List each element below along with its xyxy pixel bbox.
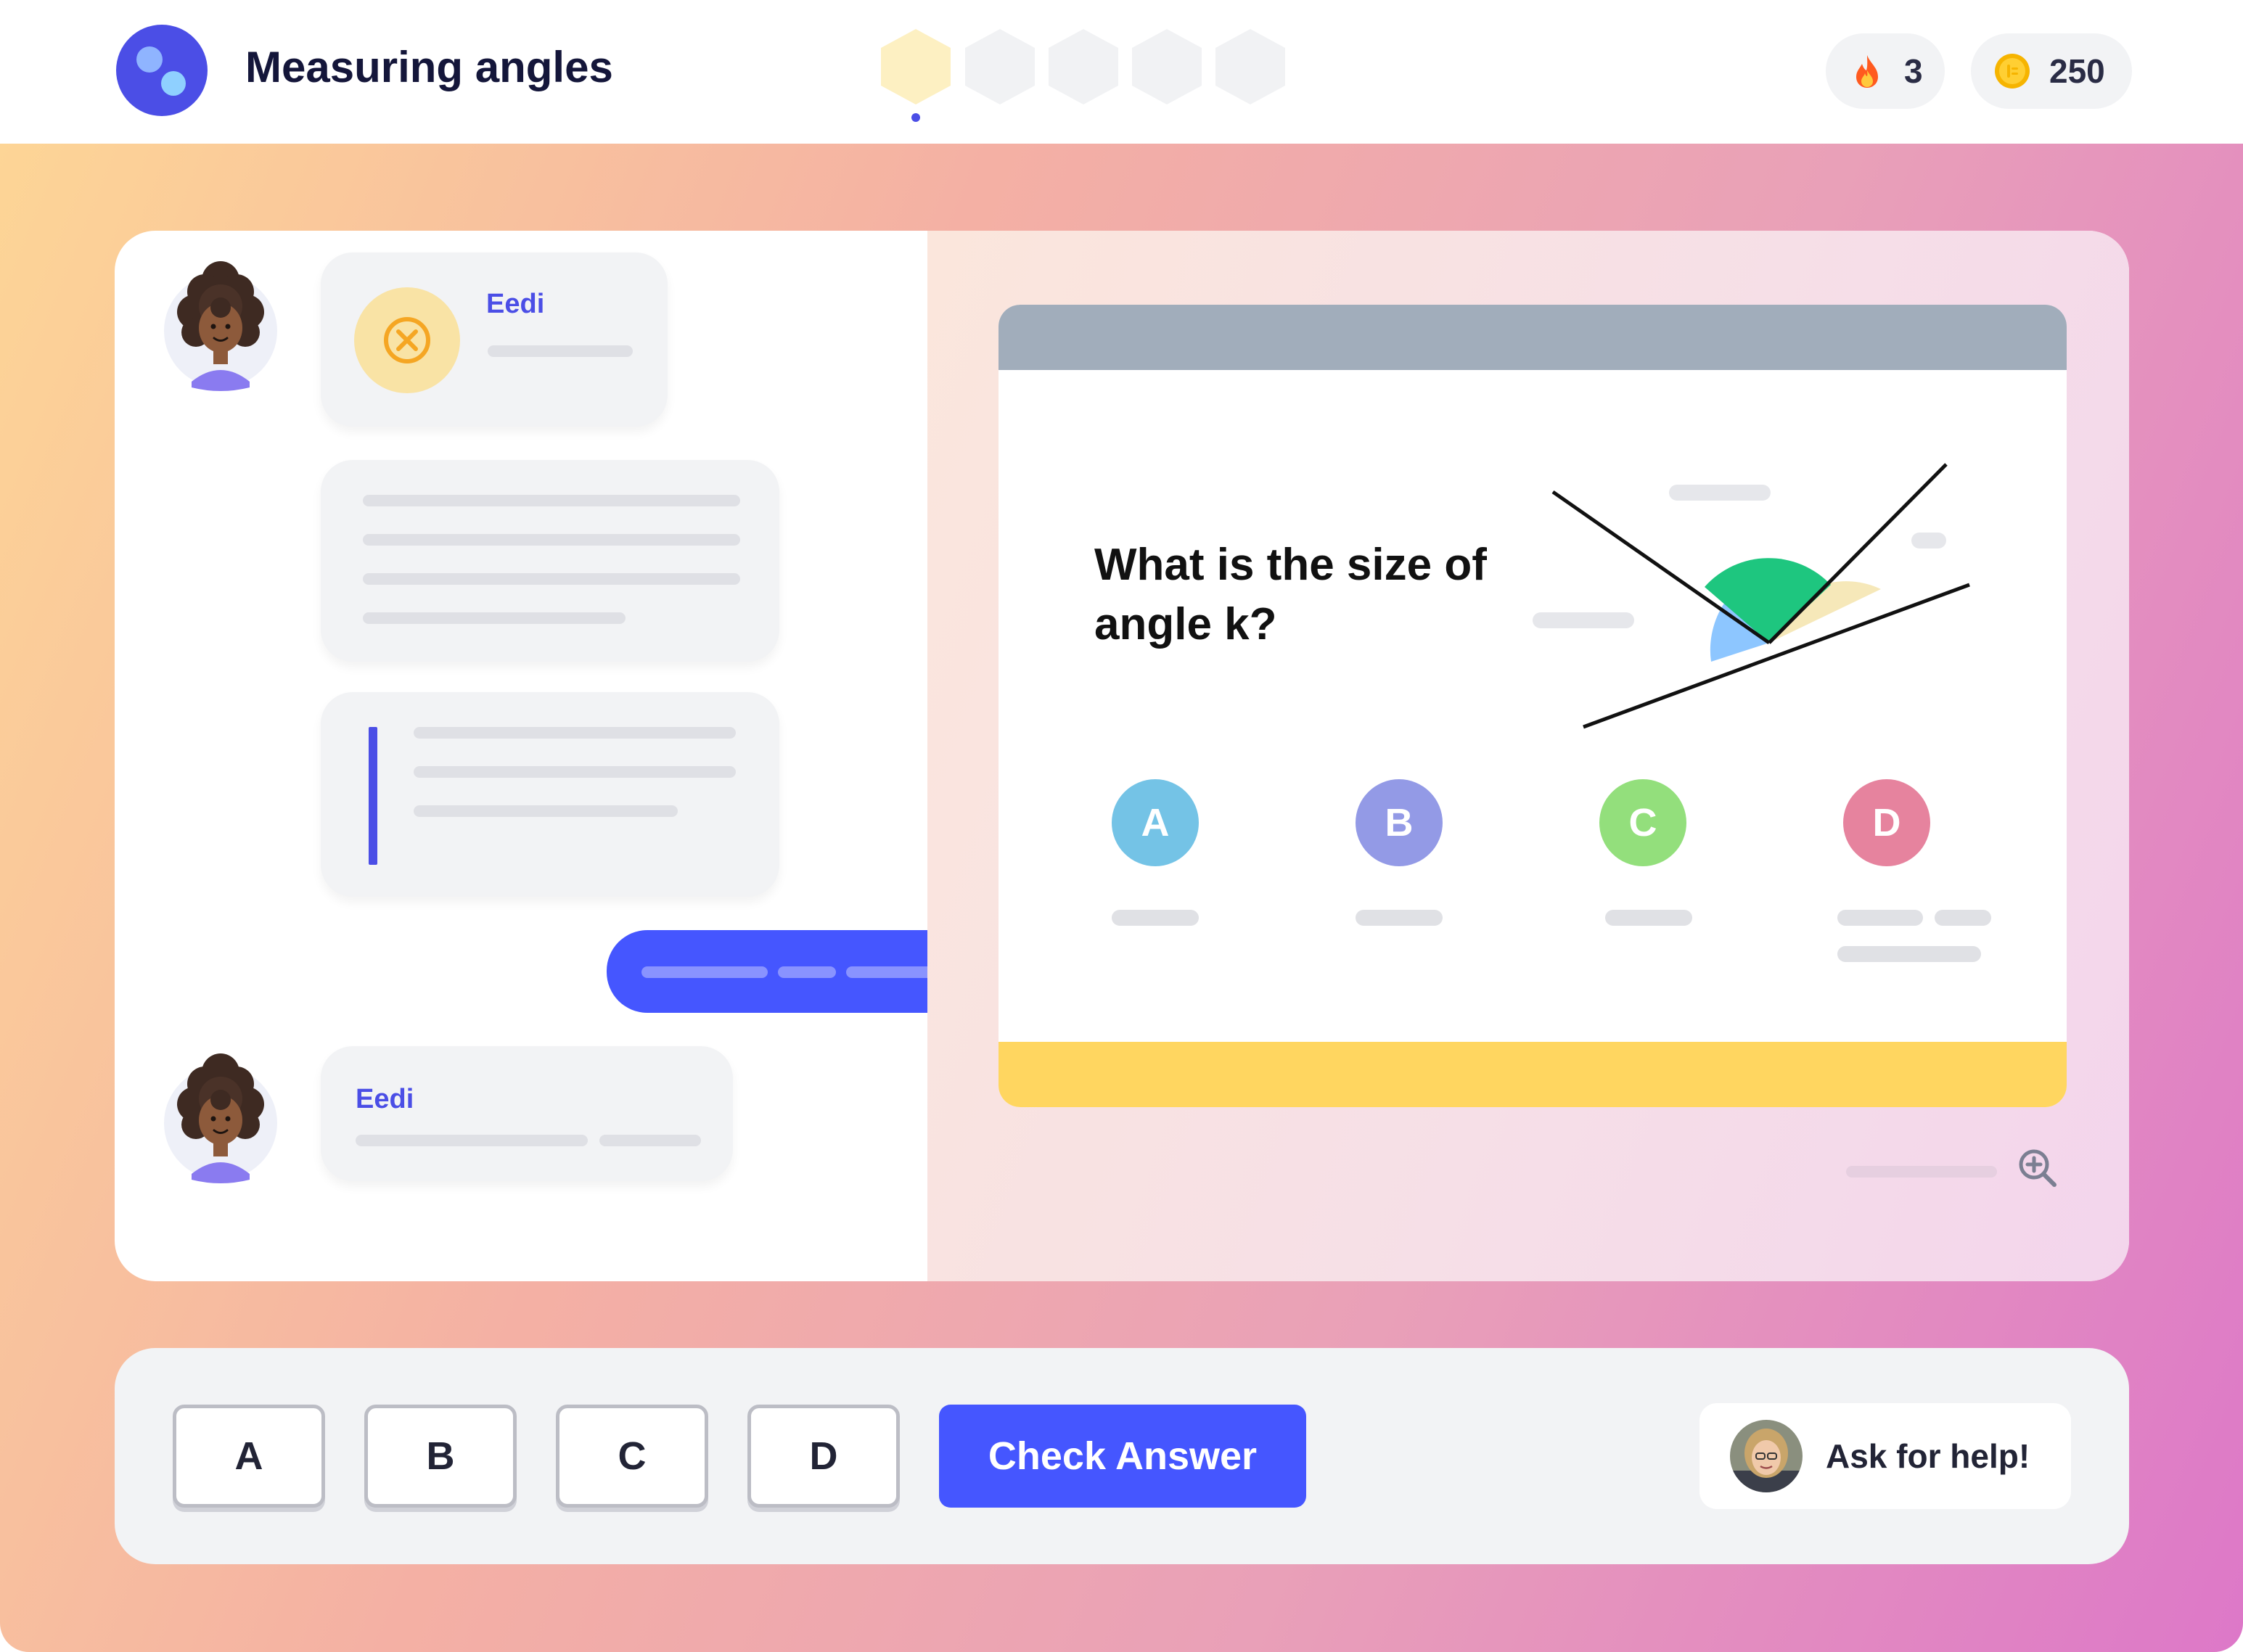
- progress-step-2: [965, 29, 1035, 104]
- streak-value: 3: [1904, 52, 1923, 90]
- option-d-badge: D: [1843, 779, 1930, 866]
- eedi-avatar: [164, 1053, 277, 1183]
- bot-name: Eedi: [486, 289, 545, 319]
- coin-value: 250: [2049, 52, 2105, 90]
- quote-marker: [369, 727, 377, 865]
- question-card: What is the size of angle k? A B C D: [999, 305, 2067, 1107]
- option-d-text-placeholder: [1837, 910, 1923, 926]
- fire-icon: [1856, 55, 1878, 88]
- feedback-bubble: Eedi: [321, 252, 668, 427]
- zoom-label-placeholder: [1846, 1166, 1997, 1178]
- coin-counter: 250: [1971, 33, 2132, 109]
- option-d-text-placeholder: [1837, 946, 1981, 962]
- right-ray: [1768, 463, 1948, 644]
- quote-bubble: [321, 692, 779, 897]
- option-b-badge: B: [1356, 779, 1443, 866]
- message-text-placeholder: [363, 495, 740, 506]
- coin-icon: [1995, 54, 2030, 89]
- progress-step-5: [1215, 29, 1285, 104]
- eedi-avatar: [164, 261, 277, 391]
- message-text-placeholder: [356, 1135, 588, 1146]
- answer-b-button[interactable]: B: [364, 1405, 517, 1508]
- ask-for-help-label: Ask for help!: [1826, 1437, 2030, 1475]
- student-reply-bubble: [607, 930, 981, 1013]
- message-text-placeholder: [414, 805, 678, 817]
- message-text-placeholder: [414, 766, 736, 778]
- message-text-placeholder: [363, 612, 626, 624]
- streak-counter: 3: [1826, 33, 1945, 109]
- progress-step-1: [881, 29, 951, 104]
- ask-for-help-button[interactable]: Ask for help!: [1699, 1403, 2071, 1509]
- logo-dot: [136, 46, 163, 73]
- message-text-placeholder: [363, 573, 740, 585]
- incorrect-x-icon: [384, 317, 430, 363]
- option-c-badge: C: [1599, 779, 1686, 866]
- option-c-text-placeholder: [1605, 910, 1692, 926]
- progress-step-4: [1132, 29, 1202, 104]
- logo-dot: [161, 71, 186, 96]
- answer-a-button[interactable]: A: [173, 1405, 325, 1508]
- current-step-indicator: [911, 113, 920, 122]
- eedi-logo[interactable]: [116, 25, 208, 116]
- teacher-avatar: [1730, 1420, 1803, 1492]
- bot-name: Eedi: [356, 1084, 414, 1114]
- lesson-title: Measuring angles: [245, 43, 613, 91]
- angle-diagram: [1533, 463, 1970, 729]
- diagram-label-placeholder: [1911, 533, 1946, 548]
- top-bar: Measuring angles 3 250: [0, 0, 2243, 144]
- message-text-placeholder: [778, 966, 836, 978]
- message-text-placeholder: [488, 345, 633, 357]
- explanation-bubble: [321, 460, 779, 662]
- message-text-placeholder: [363, 534, 740, 546]
- incorrect-badge: [354, 287, 460, 393]
- message-text-placeholder: [414, 727, 736, 739]
- diagram-label-placeholder: [1669, 485, 1771, 501]
- zoom-in-icon[interactable]: [2016, 1146, 2059, 1190]
- message-text-placeholder: [641, 966, 768, 978]
- answer-bar: A B C D Check Answer Ask for help!: [115, 1348, 2129, 1564]
- option-a-badge: A: [1112, 779, 1199, 866]
- bot-message-bubble: Eedi: [321, 1046, 733, 1181]
- answer-d-button[interactable]: D: [747, 1405, 900, 1508]
- option-a-text-placeholder: [1112, 910, 1199, 926]
- option-b-text-placeholder: [1356, 910, 1443, 926]
- answer-c-button[interactable]: C: [556, 1405, 708, 1508]
- question-card-footer: [999, 1042, 2067, 1107]
- diagram-label-placeholder: [1533, 612, 1634, 628]
- option-d-text-placeholder: [1935, 910, 1991, 926]
- check-answer-button[interactable]: Check Answer: [939, 1405, 1306, 1508]
- message-text-placeholder: [599, 1135, 701, 1146]
- progress-step-3: [1049, 29, 1118, 104]
